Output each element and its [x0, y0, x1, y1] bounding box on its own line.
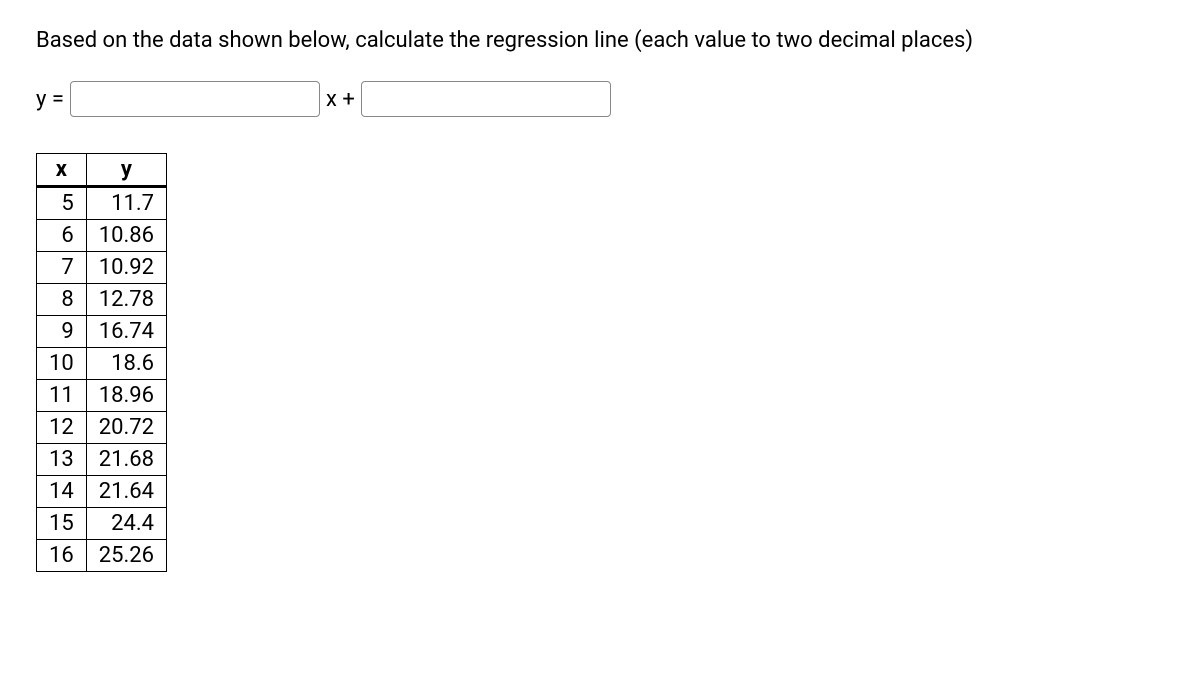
table-cell-y: 10.86 — [86, 220, 166, 252]
table-cell-y: 21.68 — [86, 444, 166, 476]
y-equals-label: y = — [36, 87, 64, 112]
table-cell-x: 7 — [37, 252, 87, 284]
table-row: 1220.72 — [37, 412, 167, 444]
table-cell-y: 20.72 — [86, 412, 166, 444]
slope-input[interactable] — [70, 81, 320, 117]
table-row: 1118.96 — [37, 380, 167, 412]
table-row: 610.86 — [37, 220, 167, 252]
table-cell-y: 25.26 — [86, 540, 166, 572]
table-cell-y: 11.7 — [86, 187, 166, 220]
table-cell-x: 10 — [37, 348, 87, 380]
table-cell-x: 16 — [37, 540, 87, 572]
table-cell-x: 12 — [37, 412, 87, 444]
table-row: 916.74 — [37, 316, 167, 348]
table-cell-x: 5 — [37, 187, 87, 220]
table-row: 511.7 — [37, 187, 167, 220]
table-cell-y: 18.96 — [86, 380, 166, 412]
table-cell-x: 14 — [37, 476, 87, 508]
table-row: 1421.64 — [37, 476, 167, 508]
table-cell-y: 10.92 — [86, 252, 166, 284]
table-row: 1018.6 — [37, 348, 167, 380]
table-cell-x: 11 — [37, 380, 87, 412]
table-row: 1321.68 — [37, 444, 167, 476]
table-cell-y: 16.74 — [86, 316, 166, 348]
table-header-x: x — [37, 154, 87, 187]
table-cell-x: 13 — [37, 444, 87, 476]
table-cell-x: 15 — [37, 508, 87, 540]
table-cell-x: 6 — [37, 220, 87, 252]
table-cell-y: 18.6 — [86, 348, 166, 380]
table-row: 812.78 — [37, 284, 167, 316]
table-cell-y: 12.78 — [86, 284, 166, 316]
table-header-y: y — [86, 154, 166, 187]
question-text: Based on the data shown below, calculate… — [36, 28, 1164, 53]
table-cell-x: 9 — [37, 316, 87, 348]
data-table: x y 511.7610.86710.92812.78916.741018.61… — [36, 153, 167, 572]
table-row: 1524.4 — [37, 508, 167, 540]
intercept-input[interactable] — [361, 81, 611, 117]
table-row: 710.92 — [37, 252, 167, 284]
x-plus-label: x + — [326, 87, 355, 112]
table-cell-y: 21.64 — [86, 476, 166, 508]
equation-row: y = x + — [36, 81, 1164, 117]
table-cell-x: 8 — [37, 284, 87, 316]
table-row: 1625.26 — [37, 540, 167, 572]
table-cell-y: 24.4 — [86, 508, 166, 540]
